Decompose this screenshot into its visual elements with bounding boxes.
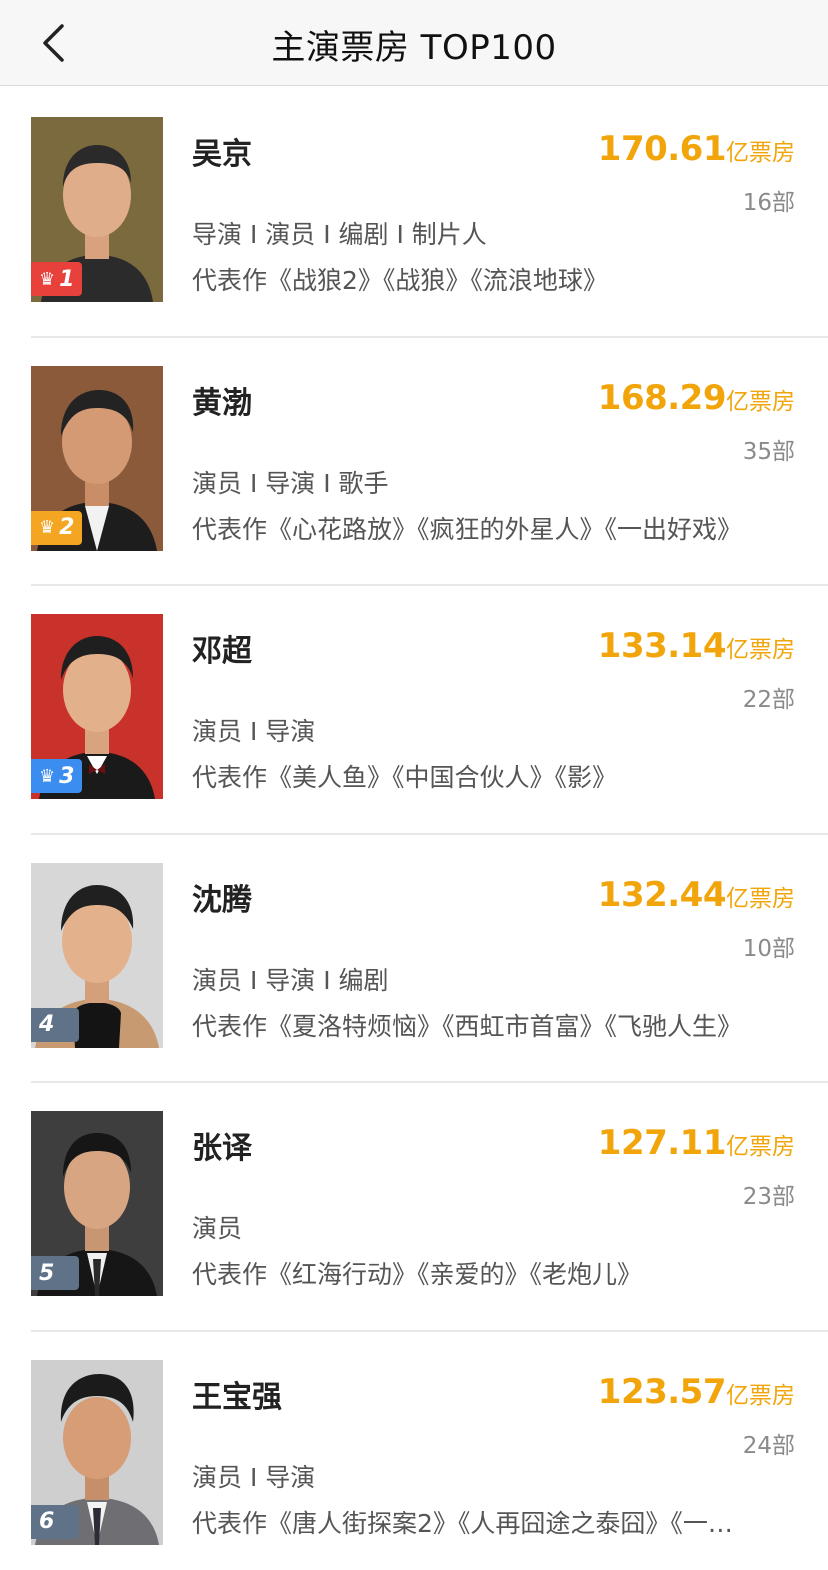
rank-badge: ♛ 2 [31, 510, 83, 545]
actor-roles: 导演 I 演员 I 编剧 I 制片人 [192, 220, 487, 249]
actor-name: 沈腾 [192, 882, 252, 918]
rank-badge: ♛ 3 [31, 759, 83, 793]
box-office-unit: 亿票房 [726, 1382, 795, 1409]
rank-number: 6 [39, 1509, 55, 1534]
avatar: ♛ 3 [31, 614, 163, 799]
box-office: 168.29亿票房 [598, 378, 795, 418]
box-office-unit: 亿票房 [726, 885, 795, 912]
box-office-unit: 亿票房 [726, 140, 795, 166]
representative-works: 代表作《战狼2》《战狼》《流浪地球》 [192, 266, 608, 295]
film-count: 10部 [742, 935, 795, 962]
actor-name: 张译 [192, 1131, 252, 1166]
film-count: 35部 [742, 438, 795, 465]
box-office-amount: 168.29 [597, 377, 727, 418]
box-office-amount: 127.11 [597, 1123, 727, 1163]
list-item[interactable]: ♛ 1 吴京 170.61亿票房 16部 导演 I 演员 I 编剧 I 制片人 … [0, 87, 828, 336]
avatar: 6 [31, 1359, 163, 1545]
box-office: 127.11亿票房 [598, 1123, 795, 1163]
representative-works: 代表作《心花路放》《疯狂的外星人》《一出好戏》 [192, 514, 743, 544]
box-office: 170.61亿票房 [598, 129, 795, 169]
avatar: ♛ 2 [31, 365, 163, 551]
representative-works: 代表作《唐人街探案2》《人再囧途之泰囧》《一… [192, 1508, 733, 1538]
representative-works: 代表作《红海行动》《亲爱的》《老炮儿》 [192, 1260, 643, 1289]
rank-number: 3 [59, 763, 75, 789]
list-item[interactable]: 5 张译 127.11亿票房 23部 演员 代表作《红海行动》《亲爱的》《老炮儿… [0, 1081, 828, 1330]
actor-name: 吴京 [192, 137, 252, 172]
representative-works: 代表作《美人鱼》《中国合伙人》《影》 [192, 763, 618, 792]
actor-ranking-list: ♛ 1 吴京 170.61亿票房 16部 导演 I 演员 I 编剧 I 制片人 … [0, 87, 828, 1570]
rank-number: 1 [59, 266, 75, 292]
page-title: 主演票房 TOP100 [271, 28, 557, 68]
actor-name: 黄渤 [192, 385, 252, 421]
actor-name: 邓超 [192, 634, 252, 669]
list-item[interactable]: ♛ 3 邓超 133.14亿票房 22部 演员 I 导演 代表作《美人鱼》《中国… [0, 584, 828, 833]
nav-bar: 主演票房 TOP100 [0, 0, 828, 86]
actor-name: 王宝强 [192, 1379, 282, 1415]
rank-number: 4 [39, 1012, 55, 1037]
box-office-unit: 亿票房 [726, 637, 795, 663]
box-office-unit: 亿票房 [726, 1134, 795, 1160]
box-office: 123.57亿票房 [598, 1372, 795, 1412]
actor-roles: 演员 I 导演 [192, 1462, 316, 1492]
avatar: ♛ 1 [31, 117, 163, 302]
rank-badge: 4 [31, 1007, 79, 1042]
avatar: 5 [31, 1111, 163, 1296]
box-office-amount: 132.44 [597, 874, 727, 915]
representative-works: 代表作《夏洛特烦恼》《西虹市首富》《飞驰人生》 [192, 1011, 743, 1041]
actor-roles: 演员 I 导演 [192, 717, 316, 746]
actor-roles: 演员 I 导演 I 编剧 [192, 965, 389, 995]
rank-number: 2 [59, 515, 75, 540]
actor-roles: 演员 [192, 1214, 243, 1243]
box-office-amount: 170.61 [597, 129, 727, 169]
film-count: 16部 [742, 190, 795, 216]
list-item[interactable]: 6 王宝强 123.57亿票房 24部 演员 I 导演 代表作《唐人街探案2》《… [0, 1329, 828, 1570]
box-office-amount: 133.14 [597, 626, 727, 666]
list-item[interactable]: ♛ 2 黄渤 168.29亿票房 35部 演员 I 导演 I 歌手 代表作《心花… [0, 335, 828, 585]
film-count: 24部 [742, 1432, 795, 1459]
box-office-amount: 123.57 [597, 1371, 727, 1412]
rank-badge: 6 [31, 1504, 79, 1539]
film-count: 23部 [742, 1184, 795, 1210]
crown-icon: ♛ [39, 517, 56, 538]
rank-badge: 5 [31, 1256, 79, 1290]
box-office: 132.44亿票房 [598, 875, 795, 915]
crown-icon: ♛ [39, 765, 56, 787]
rank-badge: ♛ 1 [31, 262, 83, 296]
film-count: 22部 [742, 687, 795, 713]
rank-number: 5 [39, 1260, 55, 1286]
box-office-unit: 亿票房 [726, 388, 795, 415]
avatar: 4 [31, 862, 163, 1048]
actor-roles: 演员 I 导演 I 歌手 [192, 468, 389, 498]
box-office: 133.14亿票房 [598, 626, 795, 666]
list-item[interactable]: 4 沈腾 132.44亿票房 10部 演员 I 导演 I 编剧 代表作《夏洛特烦… [0, 832, 828, 1082]
crown-icon: ♛ [39, 268, 56, 290]
